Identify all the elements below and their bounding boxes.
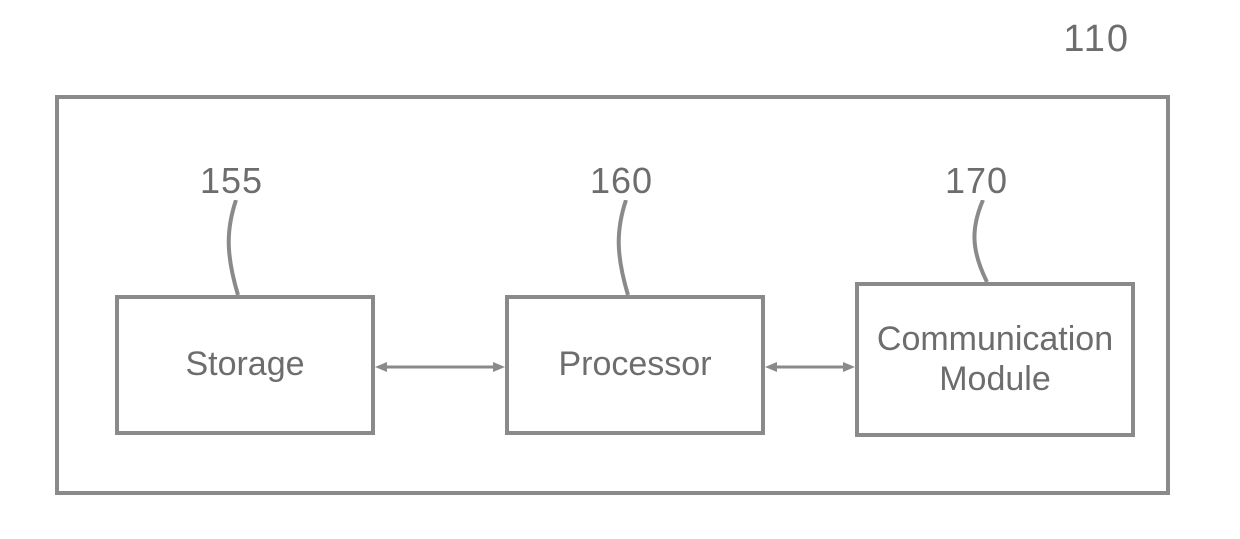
processor-block: Processor xyxy=(505,295,765,435)
diagram-canvas: 110 155 160 170 Storage Processor Commun… xyxy=(0,0,1240,539)
connector-processor-comm xyxy=(765,360,855,374)
outer-reference-number: 110 xyxy=(1063,18,1130,61)
communication-module-label: Communication Module xyxy=(877,320,1113,398)
comm-reference-number: 170 xyxy=(945,160,1008,202)
storage-label: Storage xyxy=(185,345,304,384)
leader-processor xyxy=(608,200,648,295)
leader-comm xyxy=(965,200,1010,282)
processor-label: Processor xyxy=(558,345,711,384)
processor-reference-number: 160 xyxy=(590,160,653,202)
storage-block: Storage xyxy=(115,295,375,435)
connector-storage-processor xyxy=(375,360,505,374)
storage-reference-number: 155 xyxy=(200,160,263,202)
communication-module-block: Communication Module xyxy=(855,282,1135,437)
leader-storage xyxy=(218,200,258,295)
